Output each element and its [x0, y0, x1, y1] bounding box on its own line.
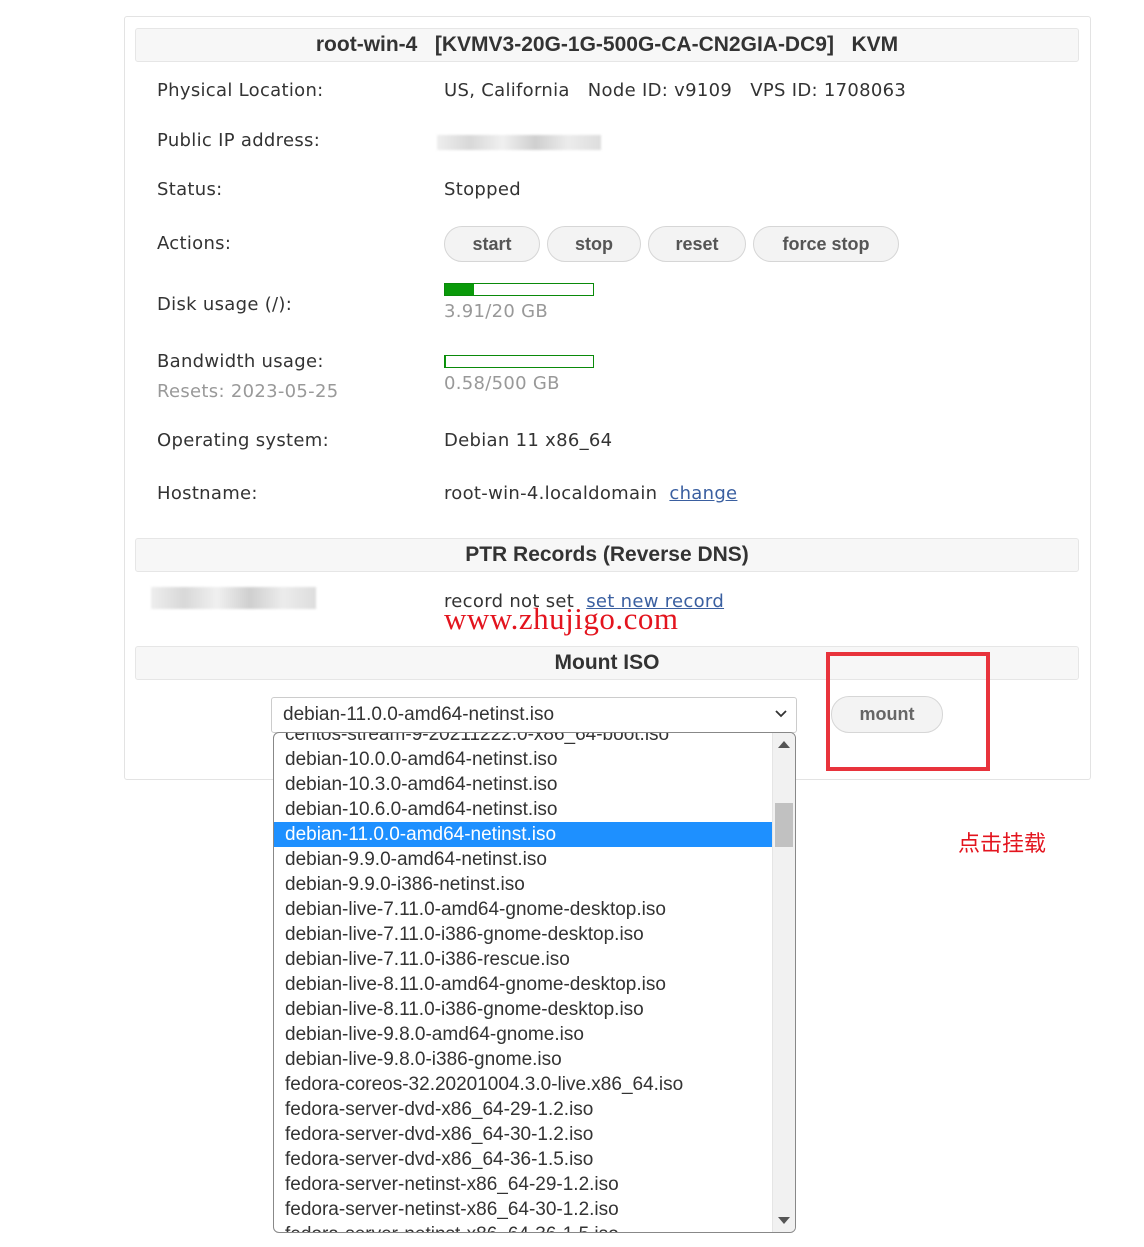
- iso-option[interactable]: fedora-server-dvd-x86_64-29-1.2.iso: [274, 1097, 773, 1122]
- iso-option[interactable]: debian-9.9.0-amd64-netinst.iso: [274, 847, 773, 872]
- iso-options: centos-stream-9-20211222.0-x86_64-boot.i…: [274, 733, 773, 1232]
- force-stop-button[interactable]: force stop: [753, 226, 899, 262]
- iso-option[interactable]: debian-live-7.11.0-i386-gnome-desktop.is…: [274, 922, 773, 947]
- status-value: Stopped: [444, 179, 521, 200]
- stop-button[interactable]: stop: [547, 226, 641, 262]
- iso-option[interactable]: debian-live-7.11.0-amd64-gnome-desktop.i…: [274, 897, 773, 922]
- iso-option[interactable]: debian-10.0.0-amd64-netinst.iso: [274, 747, 773, 772]
- vps-name: root-win-4: [315, 33, 418, 56]
- hostname-label: Hostname:: [157, 483, 258, 504]
- vps-plan: [KVMV3-20G-1G-500G-CA-CN2GIA-DC9]: [434, 33, 834, 56]
- scroll-down-icon[interactable]: [778, 1217, 790, 1224]
- vps-title-bar: root-win-4 [KVMV3-20G-1G-500G-CA-CN2GIA-…: [135, 28, 1079, 62]
- disk-value: 3.91/20 GB: [444, 301, 549, 322]
- ptr-title-bar: PTR Records (Reverse DNS): [135, 538, 1079, 572]
- iso-option[interactable]: debian-10.3.0-amd64-netinst.iso: [274, 772, 773, 797]
- iso-option[interactable]: debian-live-9.8.0-i386-gnome.iso: [274, 1047, 773, 1072]
- actions-label: Actions:: [157, 233, 232, 254]
- iso-option[interactable]: fedora-server-netinst-x86_64-29-1.2.iso: [274, 1172, 773, 1197]
- node-id: Node ID: v9109: [587, 80, 733, 101]
- iso-option[interactable]: fedora-server-dvd-x86_64-30-1.2.iso: [274, 1122, 773, 1147]
- reset-button[interactable]: reset: [648, 226, 746, 262]
- title-gap: [834, 33, 852, 57]
- location-label: Physical Location:: [157, 80, 324, 101]
- os-value: Debian 11 x86_64: [444, 430, 613, 451]
- iso-option[interactable]: debian-live-9.8.0-amd64-gnome.iso: [274, 1022, 773, 1047]
- ptr-ip-redacted: [151, 587, 316, 609]
- hostname-value: root-win-4.localdomain change: [444, 483, 737, 504]
- iso-option[interactable]: debian-10.6.0-amd64-netinst.iso: [274, 797, 773, 822]
- bandwidth-meter: [444, 355, 594, 368]
- hostname-change-link[interactable]: change: [669, 483, 737, 504]
- chevron-down-icon: [775, 710, 787, 718]
- scrollbar[interactable]: [772, 733, 795, 1232]
- iso-option[interactable]: fedora-server-netinst-x86_64-36-1.5.iso: [274, 1222, 773, 1232]
- watermark-text: www.zhujigo.com: [444, 601, 679, 636]
- highlight-box: [826, 652, 990, 771]
- iso-dropdown-list[interactable]: centos-stream-9-20211222.0-x86_64-boot.i…: [273, 732, 796, 1233]
- ip-redacted: [437, 135, 601, 150]
- iso-selected-value: debian-11.0.0-amd64-netinst.iso: [283, 704, 555, 725]
- status-label: Status:: [157, 179, 223, 200]
- iso-select[interactable]: debian-11.0.0-amd64-netinst.iso: [271, 697, 797, 733]
- bandwidth-resets: Resets: 2023-05-25: [157, 381, 339, 402]
- iso-option[interactable]: debian-live-8.11.0-amd64-gnome-desktop.i…: [274, 972, 773, 997]
- bandwidth-value: 0.58/500 GB: [444, 373, 560, 394]
- start-button[interactable]: start: [444, 226, 540, 262]
- vps-type: KVM: [851, 33, 899, 56]
- iso-option[interactable]: fedora-server-netinst-x86_64-30-1.2.iso: [274, 1197, 773, 1222]
- title-gap: [417, 33, 435, 57]
- iso-option[interactable]: debian-11.0.0-amd64-netinst.iso: [274, 822, 773, 847]
- disk-meter-fill: [445, 284, 474, 295]
- iso-option[interactable]: debian-live-8.11.0-i386-gnome-desktop.is…: [274, 997, 773, 1022]
- bandwidth-label: Bandwidth usage:: [157, 351, 324, 372]
- scroll-up-icon[interactable]: [778, 741, 790, 748]
- location-text: US, California: [444, 80, 570, 101]
- hostname-text: root-win-4.localdomain: [444, 483, 658, 504]
- location-value: US, California Node ID: v9109 VPS ID: 17…: [444, 80, 906, 101]
- iso-option[interactable]: centos-stream-9-20211222.0-x86_64-boot.i…: [274, 733, 773, 747]
- disk-label: Disk usage (/):: [157, 294, 293, 315]
- disk-meter: [444, 283, 594, 296]
- ip-label: Public IP address:: [157, 130, 321, 151]
- annotation-text: 点击挂载: [958, 832, 1047, 857]
- vps-id: VPS ID: 1708063: [750, 80, 907, 101]
- iso-option[interactable]: fedora-server-dvd-x86_64-36-1.5.iso: [274, 1147, 773, 1172]
- scrollbar-thumb[interactable]: [775, 803, 793, 847]
- iso-option[interactable]: debian-live-7.11.0-i386-rescue.iso: [274, 947, 773, 972]
- os-label: Operating system:: [157, 430, 329, 451]
- iso-option[interactable]: fedora-coreos-32.20201004.3.0-live.x86_6…: [274, 1072, 773, 1097]
- iso-option[interactable]: debian-9.9.0-i386-netinst.iso: [274, 872, 773, 897]
